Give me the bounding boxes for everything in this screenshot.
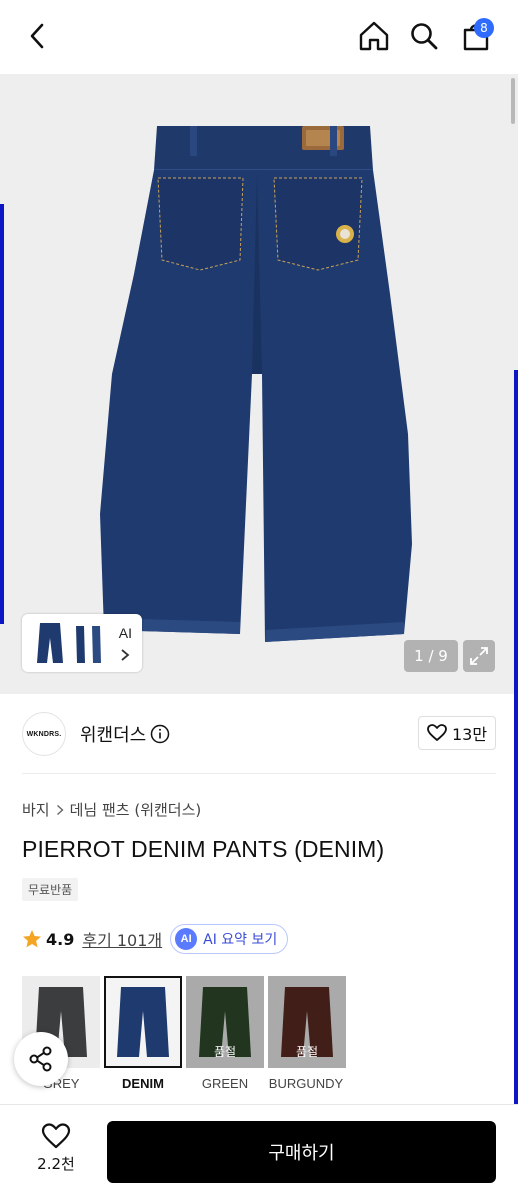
bottom-action-bar: 2.2천 구매하기 [0,1104,518,1200]
image-counter: 1 / 9 [404,640,458,672]
ai-summary-label: AI 요약 보기 [203,932,278,948]
color-label: BURGUNDY [268,1076,344,1091]
sold-out-overlay: 품절 [268,976,346,1068]
color-swatch-image: 품절 [268,976,346,1068]
color-option-burgundy[interactable]: 품절 [268,976,346,1070]
color-swatch-image [104,976,182,1068]
thumbnail-image [30,620,108,666]
ai-label: AI [118,625,132,641]
wishlist-count: 2.2천 [37,1155,75,1173]
buy-button[interactable]: 구매하기 [107,1121,496,1183]
info-icon[interactable] [150,724,170,744]
expand-button[interactable] [463,640,495,672]
breadcrumb: 바지 데님 팬츠 (위캔더스) [22,799,201,820]
color-option-green[interactable]: 품절 [186,976,264,1070]
color-label: GREEN [201,1076,249,1091]
home-button[interactable] [352,14,396,58]
rating-value: 4.9 [46,929,75,949]
home-icon [359,21,389,51]
search-icon [411,23,438,50]
color-swatch-image: 품절 [186,976,264,1068]
back-button[interactable] [16,14,60,58]
search-button[interactable] [402,14,446,58]
expand-icon [470,647,488,665]
ai-badge-icon: AI [175,928,198,950]
share-button[interactable] [14,1032,68,1086]
brand-name[interactable]: 위캔더스 [80,721,146,747]
reviews-link[interactable]: 후기 101개 [82,927,162,951]
brand-row: WKNDRS. 위캔더스 13만 [0,694,518,774]
cart-count-badge: 8 [474,18,494,38]
divider [22,773,496,774]
product-title: PIERROT DENIM PANTS (DENIM) [22,836,385,862]
brand-like-count: 13만 [451,725,488,744]
color-option-denim[interactable] [104,976,182,1070]
heart-icon [427,724,447,741]
rating-row: 4.9 후기 101개 AI AI 요약 보기 [22,924,289,954]
product-image-gallery[interactable]: AI 1 / 9 [0,74,518,694]
edge-accent-left [0,204,4,624]
scrollbar-thumb[interactable] [511,78,515,124]
chevron-left-icon [30,23,44,49]
product-image [100,126,412,642]
brand-logo[interactable]: WKNDRS. [22,712,66,756]
chevron-right-icon [121,649,130,661]
star-icon [23,930,41,948]
breadcrumb-item[interactable]: 바지 [22,799,50,820]
chevron-right-icon [56,804,64,815]
heart-icon [41,1123,71,1149]
sold-out-overlay: 품절 [186,976,264,1068]
wishlist-button[interactable]: 2.2천 [26,1123,86,1174]
top-bar: 8 [0,0,518,74]
brand-like-button[interactable]: 13만 [418,716,496,750]
free-return-tag: 무료반품 [22,878,79,901]
ai-thumbnail-card[interactable]: AI [22,614,142,672]
share-icon [29,1046,52,1072]
ai-summary-button[interactable]: AI AI 요약 보기 [170,924,289,954]
breadcrumb-item[interactable]: 데님 팬츠 (위캔더스) [70,799,202,820]
color-label: DENIM [122,1076,164,1091]
